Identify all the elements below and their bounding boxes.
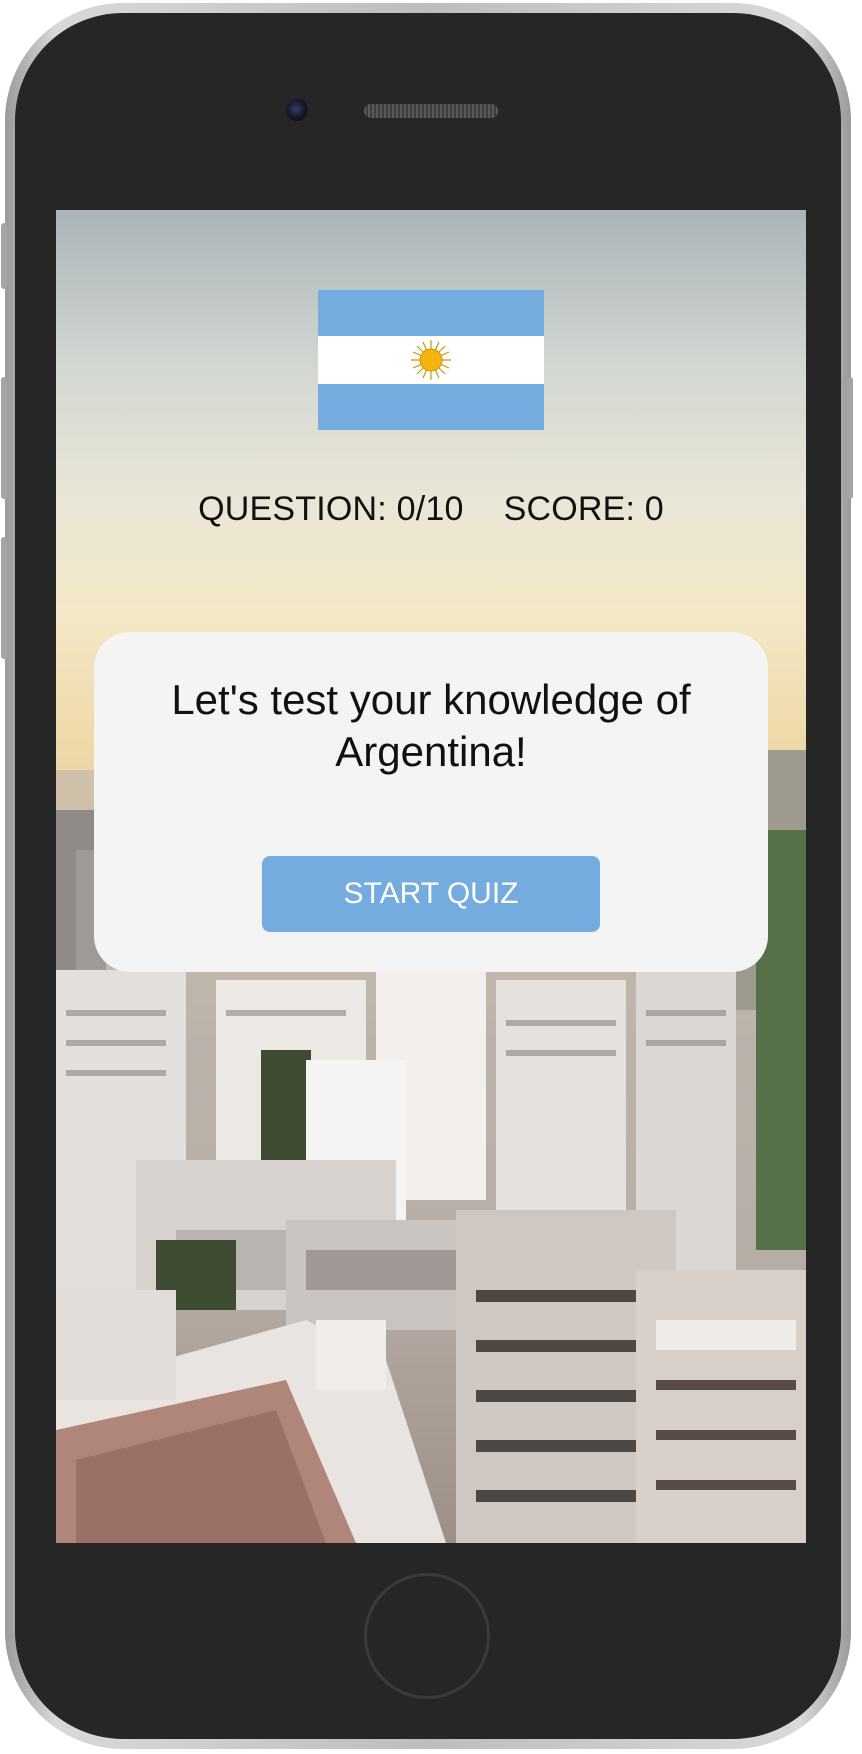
mute-switch xyxy=(1,223,7,289)
argentina-flag-icon xyxy=(318,290,544,430)
intro-heading: Let's test your knowledge of Argentina! xyxy=(94,674,768,778)
start-quiz-button[interactable]: START QUIZ xyxy=(262,856,600,932)
sun-of-may-icon xyxy=(411,340,451,380)
intro-heading-line1: Let's test your knowledge of xyxy=(171,676,691,723)
question-counter: QUESTION: 0/10 xyxy=(198,490,464,528)
front-camera-icon xyxy=(286,99,308,121)
speaker-grille xyxy=(364,104,498,118)
volume-up-button xyxy=(1,377,7,499)
volume-down-button xyxy=(1,537,7,659)
home-button[interactable] xyxy=(364,1573,490,1699)
power-button xyxy=(847,377,853,499)
intro-card: Let's test your knowledge of Argentina! … xyxy=(94,632,768,972)
intro-heading-line2: Argentina! xyxy=(335,728,527,775)
quiz-status-bar: QUESTION: 0/10 SCORE: 0 xyxy=(0,490,862,529)
score-counter: SCORE: 0 xyxy=(503,490,664,528)
